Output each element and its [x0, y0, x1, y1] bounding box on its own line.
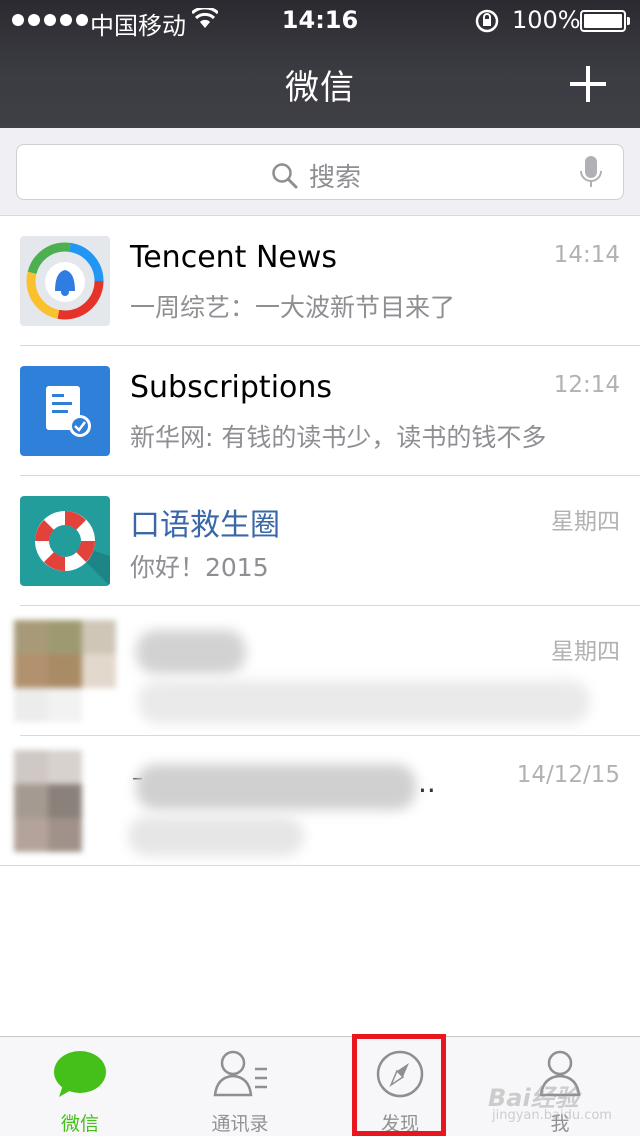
chat-name: Tencent News — [130, 240, 338, 275]
blurred-avatar — [14, 750, 114, 852]
blurred-preview — [128, 816, 304, 856]
watermark-subtext: jingyan.baidu.com — [492, 1108, 612, 1123]
chat-time: 12:14 — [553, 372, 620, 398]
chat-time: 14:14 — [553, 242, 620, 268]
blurred-avatar — [14, 620, 116, 722]
battery-icon — [580, 10, 630, 32]
blurred-name — [136, 630, 246, 674]
status-bar: 中国移动 14:16 100% — [0, 0, 640, 40]
microphone-icon[interactable] — [579, 155, 603, 189]
blurred-preview — [138, 680, 590, 724]
chat-preview: 新华网: 有钱的读书少，读书的钱不多 — [130, 423, 547, 452]
chat-list: Tencent News 14:14 一周综艺：一大波新节目来了 Subscri… — [0, 216, 640, 866]
compass-icon — [376, 1050, 424, 1098]
tab-label: 发现 — [380, 1113, 419, 1135]
chat-bubble-icon — [54, 1051, 106, 1097]
chat-time: 星期四 — [551, 509, 620, 535]
chat-row-blurred-1[interactable]: 星期四 — [0, 606, 640, 736]
chat-name: Subscriptions — [130, 370, 333, 405]
plus-icon — [570, 66, 606, 102]
chat-row-subscriptions[interactable]: Subscriptions 12:14 新华网: 有钱的读书少，读书的钱不多 — [0, 346, 640, 476]
lifebuoy-avatar — [20, 496, 110, 586]
chat-row-blurred-2[interactable]: – .. 14/12/15 — [0, 736, 640, 866]
tencent-news-avatar — [20, 236, 110, 326]
subscriptions-avatar — [20, 366, 110, 456]
search-input[interactable]: 搜索 — [16, 144, 624, 200]
tab-chats[interactable]: 微信 — [0, 1037, 160, 1136]
blurred-name — [136, 764, 416, 810]
chat-preview: 一周综艺：一大波新节目来了 — [130, 293, 456, 322]
page-title: 微信 — [285, 68, 355, 108]
chat-preview: 你好！2015 — [130, 553, 269, 582]
battery-percentage: 100% — [512, 6, 581, 34]
chat-time: 14/12/15 — [516, 762, 620, 788]
tab-label: 微信 — [60, 1113, 99, 1135]
name-ellipsis: .. — [418, 766, 436, 799]
add-button[interactable] — [566, 62, 610, 106]
search-placeholder: 搜索 — [309, 163, 362, 193]
rotation-lock-icon — [474, 8, 500, 40]
contacts-icon — [213, 1050, 267, 1097]
tab-contacts[interactable]: 通讯录 — [160, 1037, 320, 1136]
search-icon — [272, 162, 298, 188]
chat-name: 口语救生圈 — [130, 508, 280, 543]
header: 中国移动 14:16 100% 微信 — [0, 0, 640, 128]
chat-row-kouyu[interactable]: 口语救生圈 星期四 你好！2015 — [0, 476, 640, 606]
chat-time: 星期四 — [551, 639, 620, 665]
tab-label: 通讯录 — [211, 1113, 269, 1135]
baidu-watermark: Bai经验 jingyan.baidu.com — [488, 1078, 612, 1130]
chat-row-tencent-news[interactable]: Tencent News 14:14 一周综艺：一大波新节目来了 — [0, 216, 640, 346]
search-area: 搜索 — [0, 128, 640, 216]
tab-discover[interactable]: 发现 — [320, 1037, 480, 1136]
